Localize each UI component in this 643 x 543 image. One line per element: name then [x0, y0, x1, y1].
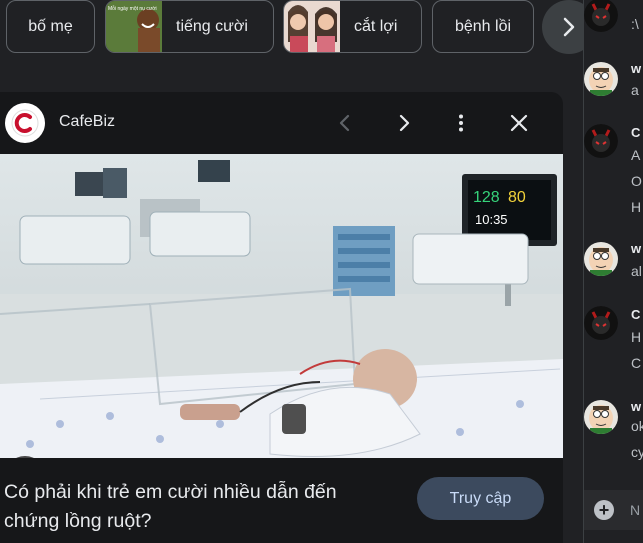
chat-sender-name: w — [631, 241, 642, 256]
avatar[interactable] — [584, 62, 618, 96]
devil-avatar-icon — [584, 306, 618, 340]
chat-message-text: H — [631, 329, 642, 345]
chat-message-text: cy — [631, 444, 643, 460]
chat-message-text: H — [631, 199, 642, 215]
chevron-right-icon — [563, 17, 575, 37]
chip-cat-loi[interactable]: cắt lợi — [283, 0, 422, 53]
chip-benh-loi[interactable]: bệnh lồi — [432, 0, 534, 53]
chat-sender-name: w — [631, 399, 642, 414]
previous-result-button[interactable] — [331, 109, 359, 137]
chevron-left-icon — [339, 114, 350, 132]
close-preview-button[interactable] — [505, 109, 533, 137]
avatar[interactable] — [584, 0, 618, 32]
image-preview-panel: CafeBiz 128 80 10:35 Có phải khi trẻ em … — [0, 92, 563, 543]
avatar[interactable] — [584, 242, 618, 276]
devil-avatar-icon — [584, 124, 618, 158]
avatar[interactable] — [584, 124, 618, 158]
chip-label: tiếng cười — [176, 17, 248, 35]
preview-image[interactable]: 128 80 10:35 — [0, 154, 563, 458]
chat-message-text: O — [631, 173, 642, 189]
chevron-right-icon — [399, 114, 410, 132]
chat-input-bar[interactable]: + N — [584, 490, 643, 530]
chip-label: bố mẹ — [28, 17, 73, 35]
chat-sender-name: C — [631, 307, 641, 322]
chat-message-text: ok — [631, 418, 643, 434]
peter-griffin-avatar-icon — [584, 242, 618, 276]
add-icon[interactable]: + — [594, 500, 614, 520]
chat-message-text: A — [631, 147, 641, 163]
more-vert-icon — [459, 114, 463, 132]
monitor-spo2: 80 — [508, 189, 526, 206]
peter-griffin-avatar-icon — [584, 400, 618, 434]
visit-button[interactable]: Truy cập — [417, 477, 544, 520]
chip-label: cắt lợi — [354, 17, 398, 35]
result-title[interactable]: Có phải khi trẻ em cười nhiều dẫn đến ch… — [4, 478, 394, 536]
peter-griffin-avatar-icon — [584, 62, 618, 96]
chat-message-text: a — [631, 82, 639, 98]
chip-bo-me[interactable]: bố mẹ — [6, 0, 95, 53]
chat-input-placeholder: N — [630, 502, 641, 518]
more-options-button[interactable] — [447, 109, 475, 137]
chip-tieng-cuoi[interactable]: Mỗi ngày một nụ cười tiếng cười — [105, 0, 274, 53]
cafebiz-logo-icon — [11, 109, 39, 137]
monitor-time: 10:35 — [475, 212, 508, 227]
chat-message-text: :\ — [631, 16, 639, 32]
source-name[interactable]: CafeBiz — [59, 113, 115, 131]
avatar[interactable] — [584, 400, 618, 434]
chat-sidebar: :\ w a C A O H w al C H C w o c + N — [583, 0, 643, 543]
chat-sender-name: w — [631, 61, 642, 76]
devil-avatar-icon — [584, 0, 618, 32]
chat-message-text: C — [631, 355, 642, 371]
thumbnail-text: Mỗi ngày một nụ cười — [108, 5, 157, 12]
preview-header: CafeBiz — [0, 92, 563, 154]
avatar[interactable] — [584, 306, 618, 340]
chip-thumbnail — [284, 1, 340, 52]
monitor-heart-rate: 128 — [473, 189, 500, 206]
chip-thumbnail: Mỗi ngày một nụ cười — [106, 1, 162, 52]
close-icon — [510, 114, 528, 132]
search-results-page: bố mẹ Mỗi ngày một nụ cười tiếng cười cắ… — [0, 0, 643, 543]
chip-label: bệnh lồi — [454, 17, 512, 35]
related-searches-strip: bố mẹ Mỗi ngày một nụ cười tiếng cười cắ… — [0, 0, 596, 56]
chat-message-text: al — [631, 263, 642, 279]
chat-sender-name: C — [631, 125, 641, 140]
hospital-ward-illustration: 128 80 10:35 — [0, 154, 563, 458]
next-result-button[interactable] — [390, 109, 418, 137]
source-logo[interactable] — [5, 103, 45, 143]
